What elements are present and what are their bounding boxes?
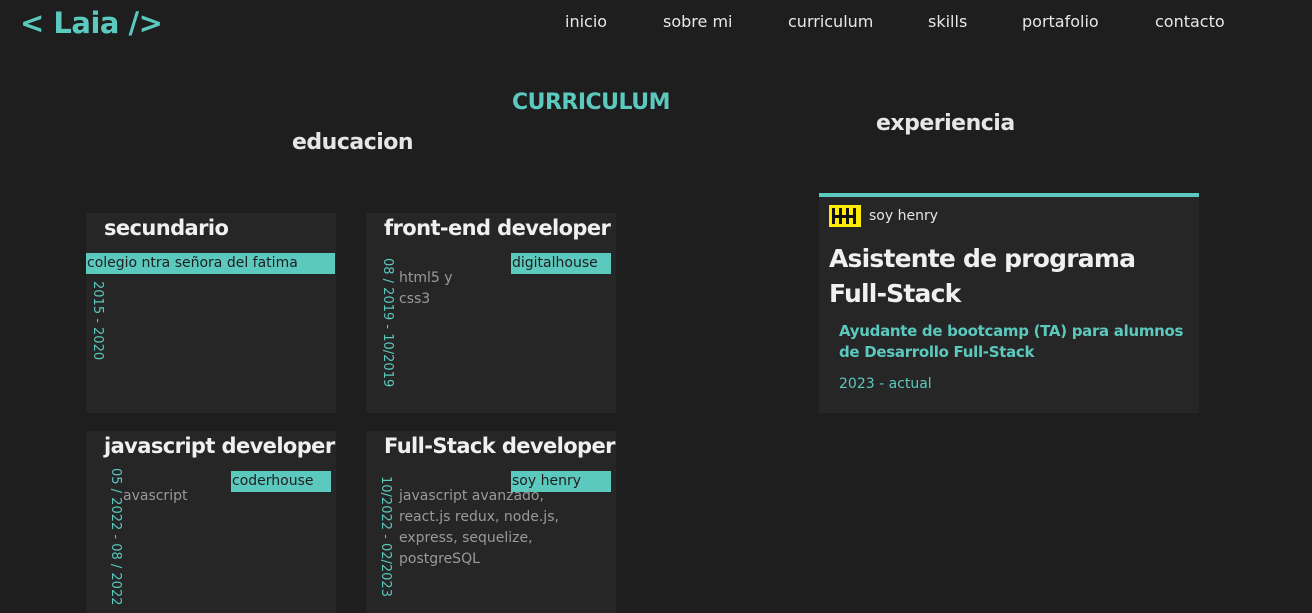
experience-role: Asistente de programa Full-Stack [829, 244, 1136, 308]
education-card-title: javascript developer [104, 434, 335, 458]
education-card-fullstack: Full-Stack developer soy henry 10/2022 -… [366, 431, 616, 613]
education-card-description: javascript avanzado, react.js redux, nod… [399, 488, 559, 567]
experience-title: experiencia [876, 111, 1015, 136]
nav-contacto[interactable]: contacto [1155, 12, 1225, 31]
education-card-institution: coderhouse [231, 471, 331, 492]
education-card-dates: 10/2022 - 02/2023 [378, 476, 393, 597]
nav-sobre-mi[interactable]: sobre mi [663, 12, 732, 31]
henry-logo-icon [829, 205, 861, 227]
education-card-institution: digitalhouse [511, 253, 611, 274]
education-card-description: html5 y css3 [399, 270, 453, 307]
nav-curriculum[interactable]: curriculum [788, 12, 873, 31]
page: < Laia /> inicio sobre mi curriculum ski… [0, 0, 1312, 613]
education-card-title: secundario [104, 216, 229, 240]
experience-card: soy henry Asistente de programa Full-Sta… [819, 193, 1199, 413]
education-card-frontend: front-end developer digitalhouse 08 / 20… [366, 213, 616, 413]
main-nav: inicio sobre mi curriculum skills portaf… [0, 12, 1312, 36]
education-title: educacion [292, 130, 414, 155]
nav-inicio[interactable]: inicio [565, 12, 607, 31]
education-card-dates: 2015 - 2020 [90, 281, 105, 361]
nav-skills[interactable]: skills [928, 12, 967, 31]
experience-description: Ayudante de bootcamp (TA) para alumnos d… [839, 322, 1184, 361]
education-card-title: Full-Stack developer [384, 434, 615, 458]
education-card-description: avascript [123, 488, 188, 504]
experience-company: soy henry [869, 208, 938, 224]
experience-period: 2023 - actual [839, 376, 932, 392]
education-card-title: front-end developer [384, 216, 611, 240]
education-card-javascript: javascript developer coderhouse 05 / 202… [86, 431, 336, 613]
education-card-institution: colegio ntra señora del fatima [86, 253, 335, 274]
education-card-dates: 08 / 2019 - 10/2019 [380, 258, 395, 388]
education-card-dates: 05 / 2022 - 08 / 2022 [108, 468, 123, 606]
nav-portafolio[interactable]: portafolio [1022, 12, 1099, 31]
education-card-secundario: secundario colegio ntra señora del fatim… [86, 213, 336, 413]
